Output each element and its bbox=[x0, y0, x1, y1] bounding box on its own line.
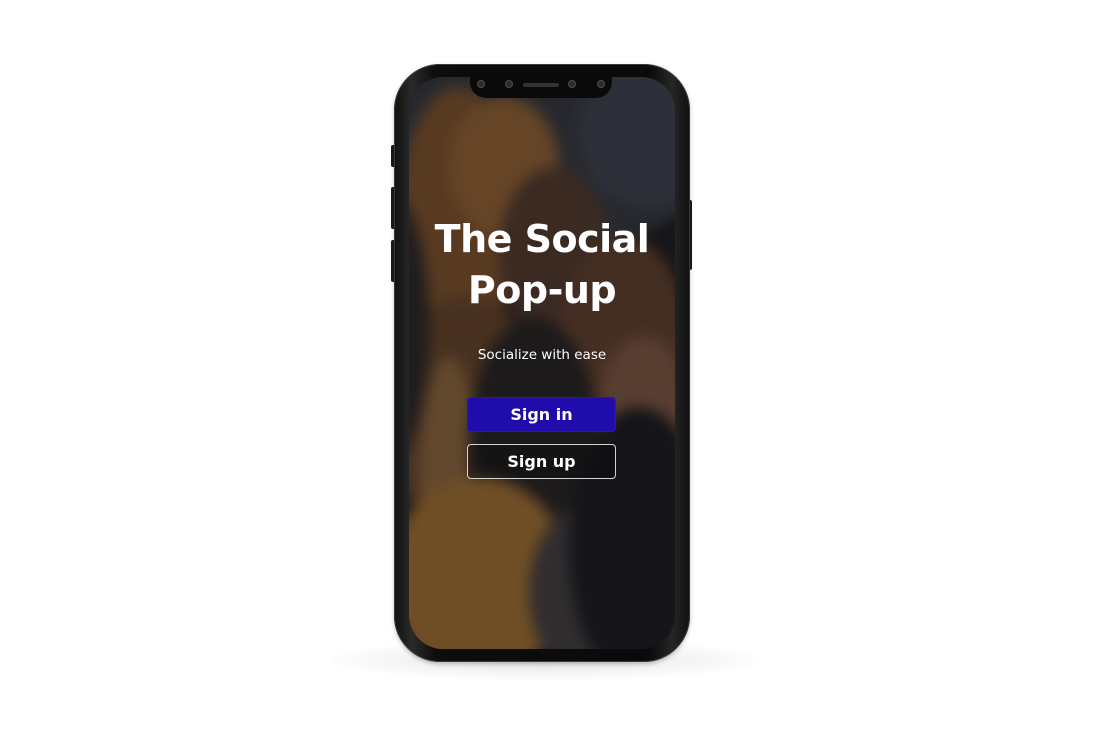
mockup-stage: The Social Pop-up Socialize with ease Si… bbox=[0, 0, 1096, 731]
app-title-line-2: Pop-up bbox=[467, 268, 617, 312]
sign-up-label: Sign up bbox=[507, 452, 576, 471]
earpiece-speaker bbox=[523, 83, 559, 87]
sign-in-label: Sign in bbox=[510, 405, 573, 424]
proximity-sensor bbox=[505, 80, 513, 88]
face-id-sensor bbox=[568, 80, 576, 88]
dot-projector bbox=[597, 80, 605, 88]
tagline: Socialize with ease bbox=[477, 347, 607, 363]
app-title-line-1: The Social bbox=[434, 217, 650, 261]
front-camera bbox=[477, 80, 485, 88]
app-title: The Social Pop-up bbox=[409, 214, 675, 316]
sign-in-button[interactable]: Sign in bbox=[467, 397, 616, 432]
sign-up-button[interactable]: Sign up bbox=[467, 444, 616, 479]
